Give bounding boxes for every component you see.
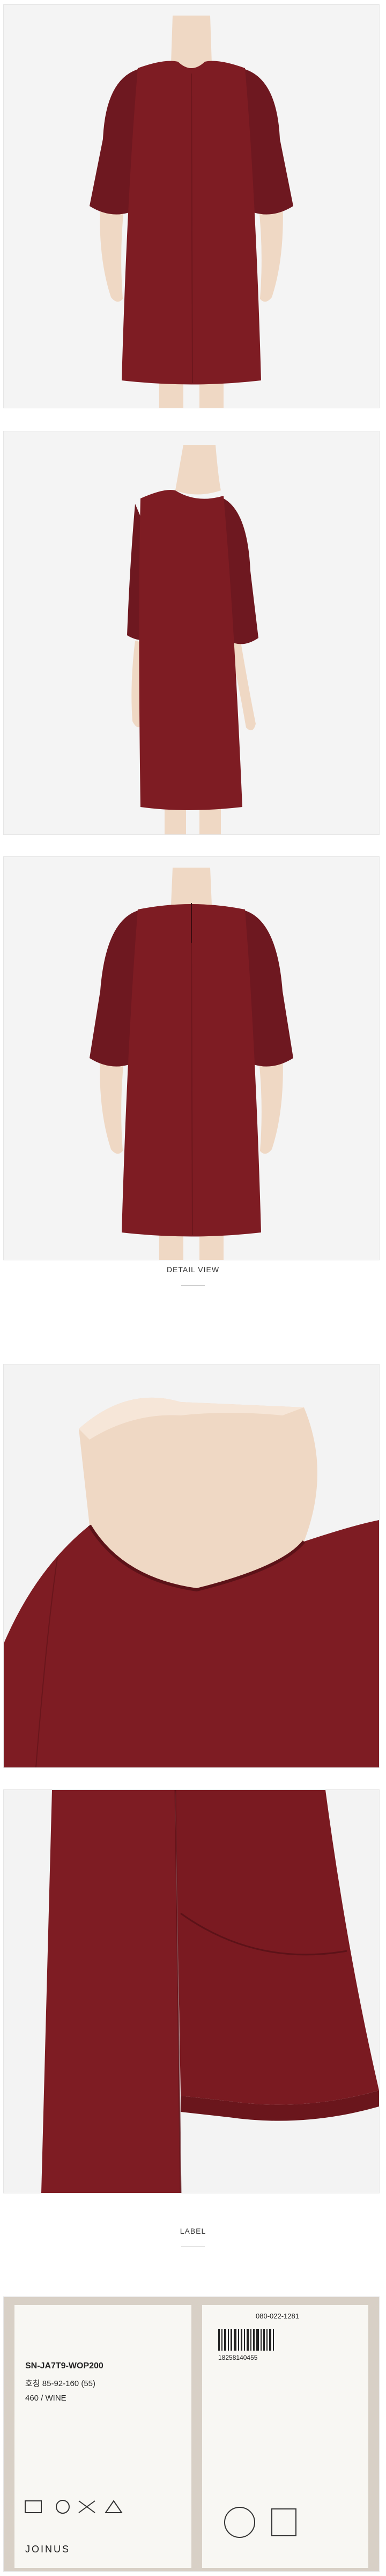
- dress-front-image: [90, 16, 293, 408]
- detail-photo-sleeve: [3, 1789, 380, 2193]
- dress-back-image: [90, 868, 293, 1260]
- label-color: 460 / WINE: [25, 2394, 66, 2403]
- detail-view-heading: DETAIL VIEW: [166, 1265, 220, 1274]
- product-photo-back: [3, 856, 380, 1260]
- detail-view-divider: [181, 1285, 205, 1286]
- sleeve-detail-image: [4, 1790, 379, 2193]
- label-photo: SN-JA7T9-WOP200 호칭 85-92-160 (55) 460 / …: [3, 2296, 380, 2572]
- label-barcode-number: 18258140455: [218, 2354, 258, 2361]
- product-photo-front: [3, 4, 380, 408]
- dress-side-image: [127, 445, 258, 834]
- label-photo-image: [4, 2297, 379, 2571]
- label-size: 호칭 85-92-160 (55): [25, 2379, 95, 2388]
- product-photo-side: [3, 431, 380, 835]
- label-brand: JOINUS: [25, 2544, 71, 2555]
- label-product-code: SN-JA7T9-WOP200: [25, 2361, 103, 2370]
- neckline-detail-image: [4, 1364, 379, 1767]
- detail-photo-neckline: [3, 1364, 380, 1768]
- label-phone: 080-022-1281: [256, 2312, 299, 2320]
- label-heading: LABEL: [180, 2227, 206, 2235]
